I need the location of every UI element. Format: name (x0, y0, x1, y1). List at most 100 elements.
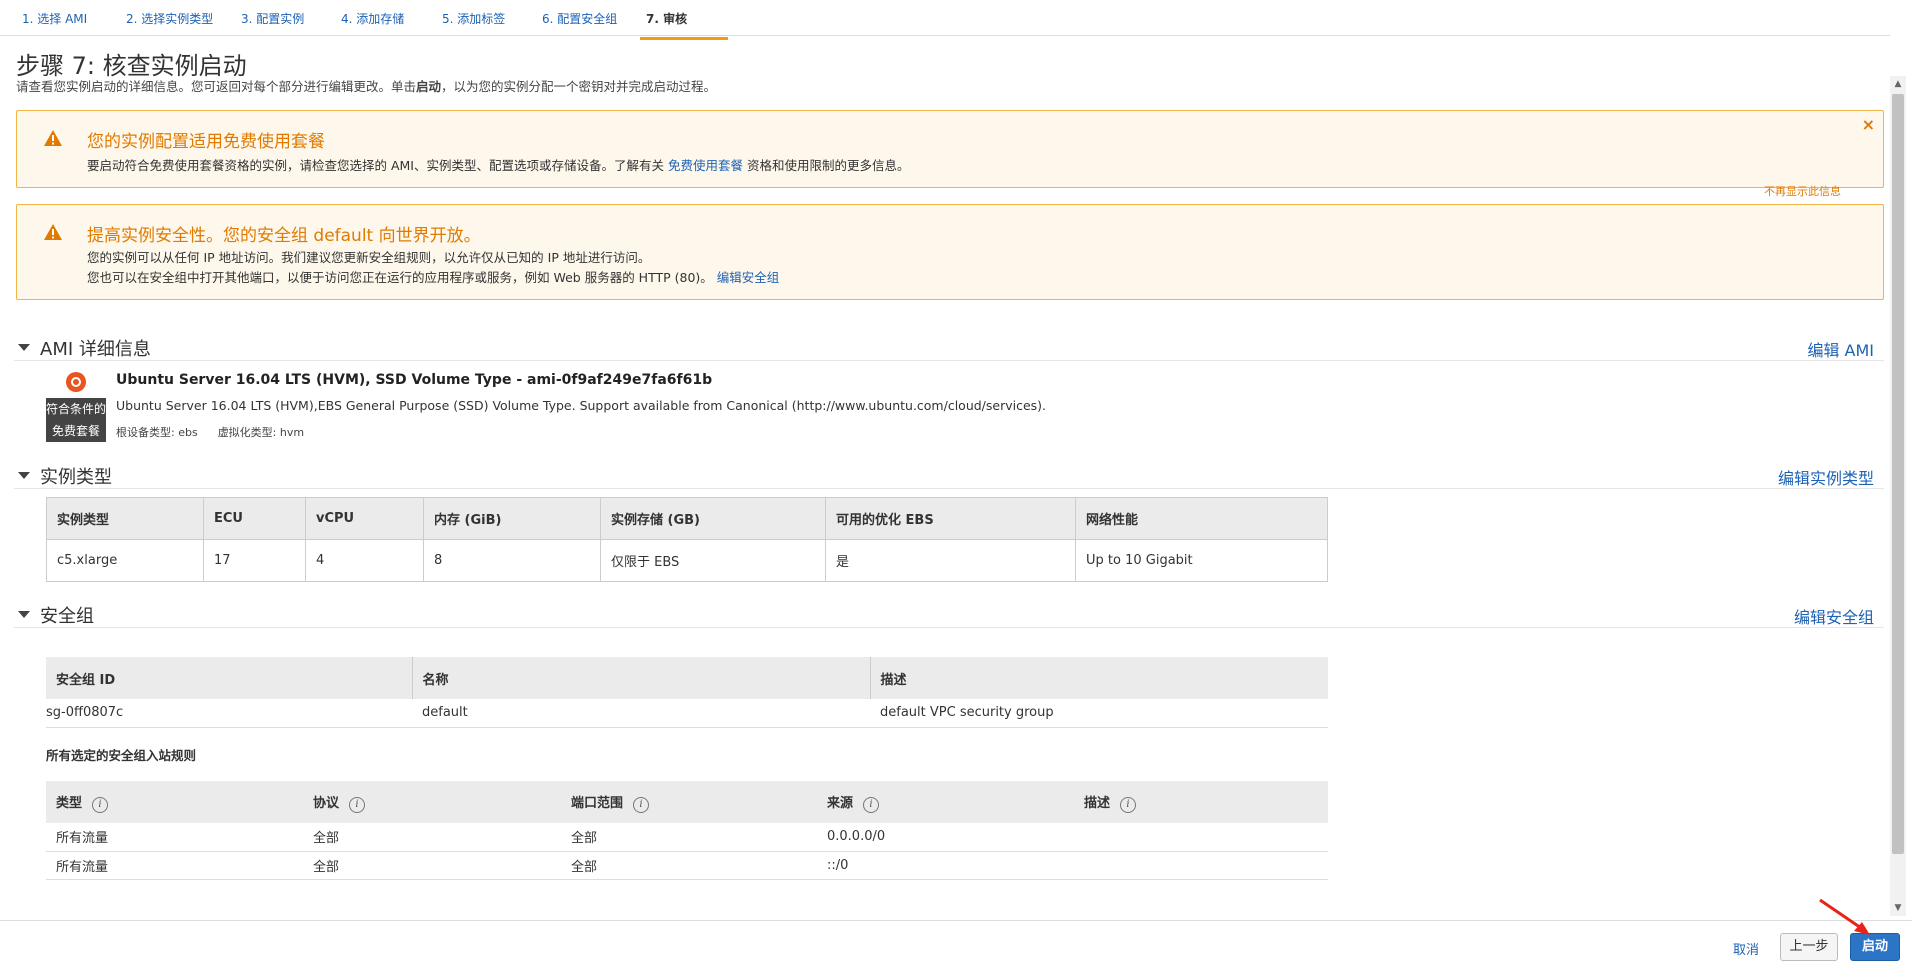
table-cell (1074, 851, 1328, 880)
table-header-cell: 实例存储 (GB) (600, 497, 826, 540)
caret-down-icon[interactable] (18, 611, 30, 618)
table-header-cell: 安全组 ID (46, 657, 412, 699)
instance-type-table: 实例类型 ECU vCPU 内存 (GiB) 实例存储 (GB) 可用的优化 E… (46, 497, 1328, 582)
table-header-cell: 实例类型 (46, 497, 204, 540)
table-cell: default VPC security group (870, 699, 1328, 728)
table-cell: sg-0ff0807c (46, 699, 412, 728)
table-header-cell: 来源 i (817, 781, 1074, 823)
table-cell: default (412, 699, 870, 728)
table-header-cell: 内存 (GiB) (423, 497, 601, 540)
table-cell: 全部 (303, 851, 561, 880)
table-cell: 所有流量 (46, 851, 303, 880)
free-tier-alert-title: 您的实例配置适用免费使用套餐 (87, 132, 325, 152)
header-label: 端口范围 (571, 795, 624, 811)
step-configure-security-group[interactable]: 6. 配置安全组 (536, 10, 623, 37)
ami-description: Ubuntu Server 16.04 LTS (HVM),EBS Genera… (116, 398, 1047, 413)
step-configure-instance[interactable]: 3. 配置实例 (235, 10, 310, 37)
vertical-scrollbar[interactable]: ▲ ▼ (1890, 76, 1906, 916)
warning-icon (44, 224, 62, 240)
security-group-table: 安全组 ID 名称 描述 sg-0ff0807c default default… (46, 657, 1328, 728)
edit-instance-type-link[interactable]: 编辑实例类型 (1778, 465, 1874, 489)
header-label: 类型 (56, 795, 83, 811)
free-tier-alert-text: 要启动符合免费使用套餐资格的实例，请检查您选择的 AMI、实例类型、配置选项或存… (87, 155, 910, 174)
table-cell: 8 (423, 539, 601, 582)
annotation-arrow-icon (1819, 898, 1870, 935)
table-header-row: 安全组 ID 名称 描述 (46, 657, 1328, 699)
free-tier-text-after: 资格和使用限制的更多信息。 (746, 158, 910, 173)
root-device-type: 根设备类型: ebs (116, 426, 198, 439)
edit-ami-link[interactable]: 编辑 AMI (1807, 337, 1874, 361)
subtitle-text-after: ，以为您的实例分配一个密钥对并完成启动过程。 (441, 79, 717, 94)
free-tier-alert: 您的实例配置适用免费使用套餐 要启动符合免费使用套餐资格的实例，请检查您选择的 … (16, 110, 1884, 188)
launch-button[interactable]: 启动 (1850, 933, 1900, 961)
instance-type-section-header[interactable]: 实例类型 编辑实例类型 (14, 463, 1884, 489)
virtualization-type: 虚拟化类型: hvm (217, 426, 305, 439)
table-header-cell: ECU (203, 497, 306, 540)
table-cell: 全部 (561, 851, 817, 880)
wizard-steps: 1. 选择 AMI 2. 选择实例类型 3. 配置实例 4. 添加存储 5. 添… (0, 0, 1890, 40)
inbound-rules-label: 所有选定的安全组入站规则 (46, 748, 197, 763)
info-icon[interactable]: i (1120, 796, 1137, 813)
table-cell: ::/0 (817, 851, 1074, 880)
subtitle-text-bold: 启动 (416, 79, 442, 94)
footer-bar: 取消 上一步 启动 (0, 920, 1912, 979)
security-alert-title: 提高实例安全性。您的安全组 default 向世界开放。 (87, 226, 481, 246)
ami-meta: 根设备类型: ebs 虚拟化类型: hvm (116, 424, 304, 440)
page-subtitle: 请查看您实例启动的详细信息。您可返回对每个部分进行编辑更改。单击启动，以为您的实… (16, 76, 716, 95)
scroll-up-arrow-icon[interactable]: ▲ (1890, 76, 1906, 92)
edit-security-group-link[interactable]: 编辑安全组 (717, 270, 780, 285)
info-icon[interactable]: i (863, 796, 880, 813)
table-header-cell: 名称 (411, 657, 870, 699)
subtitle-text-before: 请查看您实例启动的详细信息。您可返回对每个部分进行编辑更改。单击 (16, 79, 417, 94)
security-alert-line1: 您的实例可以从任何 IP 地址访问。我们建议您更新安全组规则，以允许仅从已知的 … (87, 250, 651, 265)
close-icon[interactable]: × (1862, 115, 1875, 134)
table-cell: 4 (305, 539, 424, 582)
step-choose-instance-type[interactable]: 2. 选择实例类型 (120, 10, 219, 37)
security-alert-line2: 您也可以在安全组中打开其他端口，以便于访问您正在运行的应用程序或服务，例如 We… (87, 267, 779, 286)
previous-button[interactable]: 上一步 (1780, 933, 1838, 961)
header-label: 描述 (1084, 795, 1111, 811)
cancel-button[interactable]: 取消 (1733, 939, 1759, 958)
table-row: c5.xlarge 17 4 8 仅限于 EBS 是 Up to 10 Giga… (46, 539, 1328, 582)
free-tier-link[interactable]: 免费使用套餐 (668, 158, 743, 173)
info-icon[interactable]: i (633, 796, 650, 813)
table-header-cell: 协议 i (303, 781, 561, 823)
table-header-cell: 可用的优化 EBS (825, 497, 1076, 540)
free-tier-badge: 符合条件的 免费套餐 (46, 398, 106, 442)
dont-show-again-link[interactable]: 不再显示此信息 (1764, 183, 1841, 199)
step-add-storage[interactable]: 4. 添加存储 (335, 10, 410, 37)
security-group-section-header[interactable]: 安全组 编辑安全组 (14, 602, 1884, 628)
table-cell: Up to 10 Gigabit (1075, 539, 1328, 582)
table-row: sg-0ff0807c default default VPC security… (46, 699, 1328, 728)
table-cell: 全部 (561, 823, 817, 852)
edit-security-group-link[interactable]: 编辑安全组 (1794, 604, 1874, 628)
step-add-tags[interactable]: 5. 添加标签 (436, 10, 511, 37)
table-cell: 是 (825, 539, 1076, 582)
inbound-rules-table: 类型 i 协议 i 端口范围 i 来源 i 描述 i 所有流量 全部 全部 0.0.0.0… (46, 781, 1328, 880)
table-header-cell: vCPU (305, 497, 424, 540)
header-label: 来源 (827, 795, 854, 811)
table-header-row: 实例类型 ECU vCPU 内存 (GiB) 实例存储 (GB) 可用的优化 E… (46, 497, 1328, 540)
table-row: 所有流量 全部 全部 ::/0 (46, 851, 1328, 880)
free-tier-badge-line2: 免费套餐 (51, 424, 100, 438)
step-review[interactable]: 7. 审核 (640, 10, 728, 40)
scrollbar-thumb[interactable] (1892, 94, 1904, 854)
table-header-cell: 网络性能 (1075, 497, 1328, 540)
table-cell: 全部 (303, 823, 561, 852)
caret-down-icon[interactable] (18, 344, 30, 351)
free-tier-text-before: 要启动符合免费使用套餐资格的实例，请检查您选择的 AMI、实例类型、配置选项或存… (87, 158, 664, 173)
table-header-row: 类型 i 协议 i 端口范围 i 来源 i 描述 i (46, 781, 1328, 823)
ami-name: Ubuntu Server 16.04 LTS (HVM), SSD Volum… (116, 372, 713, 388)
info-icon[interactable]: i (92, 796, 109, 813)
security-alert-line2-text: 您也可以在安全组中打开其他端口，以便于访问您正在运行的应用程序或服务，例如 We… (87, 270, 713, 285)
scroll-down-arrow-icon[interactable]: ▼ (1890, 900, 1906, 916)
header-label: 协议 (313, 795, 340, 811)
instance-type-section-title: 实例类型 (40, 467, 112, 488)
security-group-section-title: 安全组 (40, 606, 94, 627)
caret-down-icon[interactable] (18, 472, 30, 479)
info-icon[interactable]: i (349, 796, 366, 813)
ami-section-header[interactable]: AMI 详细信息 编辑 AMI (14, 335, 1884, 361)
step-choose-ami[interactable]: 1. 选择 AMI (16, 10, 93, 37)
table-cell: c5.xlarge (46, 539, 204, 582)
table-header-cell: 描述 (869, 657, 1328, 699)
